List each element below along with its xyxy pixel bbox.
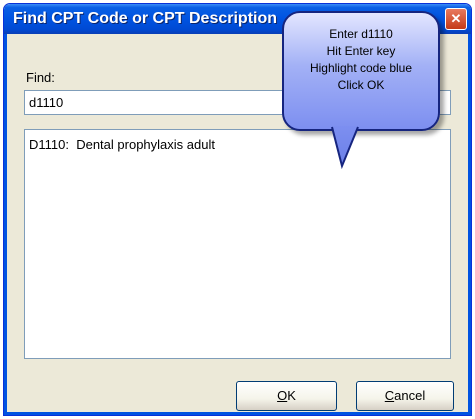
- ok-button[interactable]: OK: [236, 381, 337, 411]
- results-list[interactable]: D1110: Dental prophylaxis adult: [24, 129, 451, 359]
- cancel-button-accel: C: [384, 388, 395, 403]
- cancel-button[interactable]: Cancel: [356, 381, 454, 411]
- callout-line: Highlight code blue: [309, 61, 413, 75]
- window-frame-bottom: [4, 412, 471, 415]
- cancel-button-label: ancel: [394, 388, 426, 403]
- callout-line: Click OK: [337, 78, 385, 92]
- callout-line: Hit Enter key: [326, 44, 396, 58]
- window-frame-left: [4, 34, 7, 415]
- find-label: Find:: [26, 70, 55, 85]
- list-item[interactable]: D1110: Dental prophylaxis adult: [29, 137, 215, 152]
- callout-line: Enter d1110: [329, 27, 393, 41]
- window-frame-right: [468, 34, 471, 415]
- callout-pointer: [331, 126, 359, 170]
- callout-text: Enter d1110 Hit Enter key Highlight code…: [282, 26, 440, 94]
- ok-button-accel: O: [277, 388, 288, 403]
- close-button[interactable]: ✕: [445, 8, 467, 30]
- window-title: Find CPT Code or CPT Description: [13, 10, 278, 27]
- ok-button-label: K: [287, 388, 296, 403]
